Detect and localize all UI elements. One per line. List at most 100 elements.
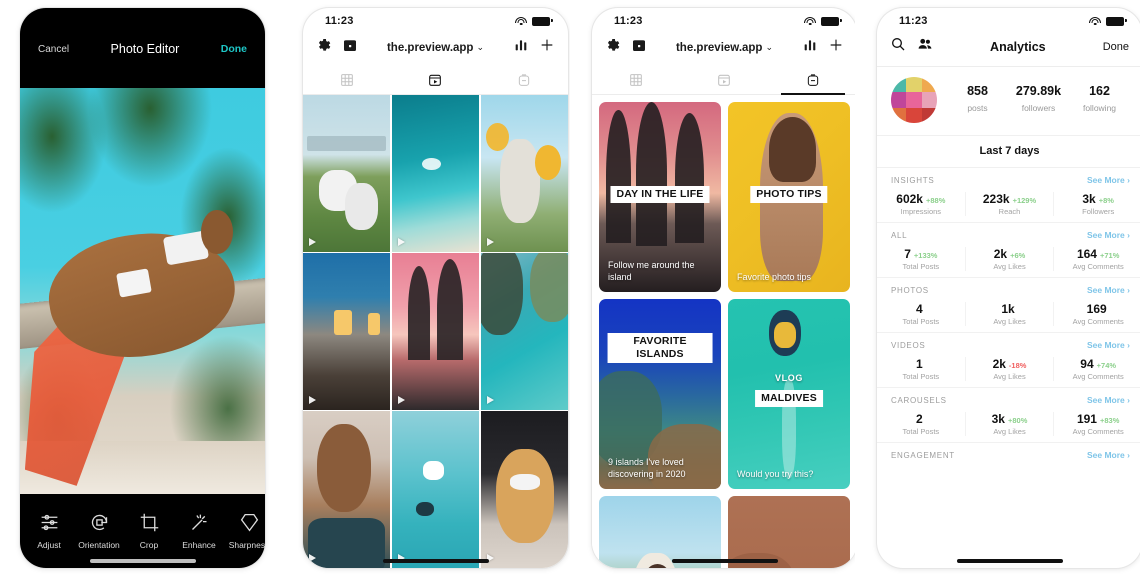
tool-sharpness[interactable]: Sharpness [229,512,265,550]
profile-summary: 858 posts 279.89k followers 162 followin… [877,67,1140,135]
grid-cell[interactable] [303,95,391,252]
chevron-right-icon: › [1127,285,1130,295]
metric: 4 Total Posts [877,302,965,326]
gear-icon[interactable] [316,37,332,58]
tab-stories[interactable] [480,66,568,94]
plus-icon[interactable] [828,37,844,58]
search-icon[interactable] [890,36,906,57]
cancel-button[interactable]: Cancel [38,44,69,55]
story-card[interactable]: PHOTO TIPS Favorite photo tips [728,102,850,292]
tool-label-crop: Crop [139,540,159,550]
section-all: ALL See More › 7 +133% Total Posts 2k +6% … [877,223,1140,278]
tab-stories[interactable] [769,66,855,95]
account-switcher[interactable]: the.preview.app ⌄ [657,42,792,54]
play-icon [309,395,316,404]
grid-cell[interactable] [391,95,480,252]
gear-icon[interactable] [605,37,621,58]
plus-icon[interactable] [539,37,555,58]
section-insights: INSIGHTS See More › 602k +88% Impressions… [877,168,1140,223]
tab-bar[interactable] [303,66,568,95]
story-card[interactable]: WELCOME [728,496,850,568]
metric-delta: +6% [1010,251,1026,260]
chevron-down-icon: ⌄ [476,42,485,52]
metric-value: 2k [993,247,1008,261]
see-more-link[interactable]: See More › [1087,450,1130,460]
grid-cell[interactable] [480,253,568,410]
app-navbar: the.preview.app ⌄ [303,34,568,66]
metric-row: 602k +88% Impressions 223k +129% Reach 3k +… [877,187,1140,216]
tool-crop[interactable]: Crop [134,512,164,550]
grid-cell[interactable] [303,253,391,410]
metric-label: Total Posts [902,372,940,381]
stat-value: 279.89k [1015,84,1062,98]
metric-value: 169 [1086,302,1107,316]
story-card[interactable]: FAVORITE ISLANDS 9 islands I've loved di… [599,299,721,489]
photo-canvas[interactable] [20,88,265,494]
grid-cell[interactable] [391,411,480,568]
story-card[interactable]: VLOG MALDIVES Would you try this? [728,299,850,489]
phone-grid-planner: 11:23 the.preview.app ⌄ [303,8,568,568]
sliders-icon [39,512,60,535]
grid-cell[interactable] [480,411,568,568]
see-more-link[interactable]: See More › [1087,395,1130,405]
section-header: ALL See More › [877,230,1140,242]
metric: 1k Avg Likes [964,302,1054,326]
metric-row: 2 Total Posts 3k +80% Avg Likes 191 +83% A… [877,407,1140,436]
period-selector[interactable]: Last 7 days [877,135,1140,168]
calendar-icon[interactable] [631,37,647,58]
story-subtitle: 9 islands I've loved discovering in 2020 [608,456,686,479]
status-time: 11:23 [899,15,928,27]
tool-adjust[interactable]: Adjust [34,512,64,550]
home-indicator [956,559,1063,563]
done-button[interactable]: Done [221,43,247,55]
editor-toolbar[interactable]: Adjust Orientation Crop Enhance Sharpnes [20,494,265,568]
home-indicator [671,559,778,563]
metric: 94 +74% Avg Comments [1053,357,1140,381]
stat-label: followers [1021,103,1056,113]
section-header: ENGAGEMENT See More › [877,450,1140,462]
metric: 3k +80% Avg Likes [964,412,1054,436]
metric: 191 +83% Avg Comments [1053,412,1140,436]
people-icon[interactable] [917,36,933,57]
see-more-link[interactable]: See More › [1087,285,1130,295]
metric-delta: +71% [1099,251,1120,260]
bar-chart-icon[interactable] [513,37,529,58]
tab-reels[interactable] [680,66,768,94]
crop-icon [139,512,160,535]
chevron-right-icon: › [1127,395,1130,405]
metric-value: 223k [982,192,1010,206]
story-grid[interactable]: DAY IN THE LIFE Follow me around the isl… [592,95,855,568]
screenshot-stage: Cancel Photo Editor Done Adjust Orientat… [0,0,1140,580]
tool-enhance[interactable]: Enhance [182,512,216,550]
story-title: MALDIVES [755,390,823,408]
tab-reels[interactable] [391,66,479,94]
metric-label: Avg Likes [993,317,1026,326]
tab-grid[interactable] [592,66,680,94]
done-button[interactable]: Done [1103,41,1129,53]
bar-chart-icon[interactable] [802,37,818,58]
metric: 223k +129% Reach [964,192,1054,216]
account-switcher[interactable]: the.preview.app ⌄ [368,42,503,54]
see-more-link[interactable]: See More › [1087,230,1130,240]
metric: 3k +8% Followers [1053,192,1140,216]
tab-bar[interactable] [592,66,855,95]
calendar-icon[interactable] [342,37,358,58]
stat-label: following [1082,103,1117,113]
metric-value: 7 [904,247,911,261]
play-icon [486,395,494,404]
section-photos: PHOTOS See More › 4 Total Posts 1k Avg L… [877,278,1140,333]
see-more-link[interactable]: See More › [1087,340,1130,350]
grid-cell[interactable] [480,95,568,252]
grid-cell[interactable] [303,411,391,568]
story-card[interactable]: DAY IN THE LIFE Follow me around the isl… [599,102,721,292]
grid-cell[interactable] [391,253,480,410]
post-grid[interactable] [303,95,568,568]
tool-orientation[interactable]: Orientation [78,512,120,550]
tab-grid[interactable] [303,66,391,94]
see-more-link[interactable]: See More › [1087,175,1130,185]
story-card[interactable]: Q&A [599,496,721,568]
chevron-right-icon: › [1127,175,1130,185]
metric-value: 191 [1076,412,1097,426]
avatar[interactable] [891,77,937,123]
battery-icon [532,16,553,26]
